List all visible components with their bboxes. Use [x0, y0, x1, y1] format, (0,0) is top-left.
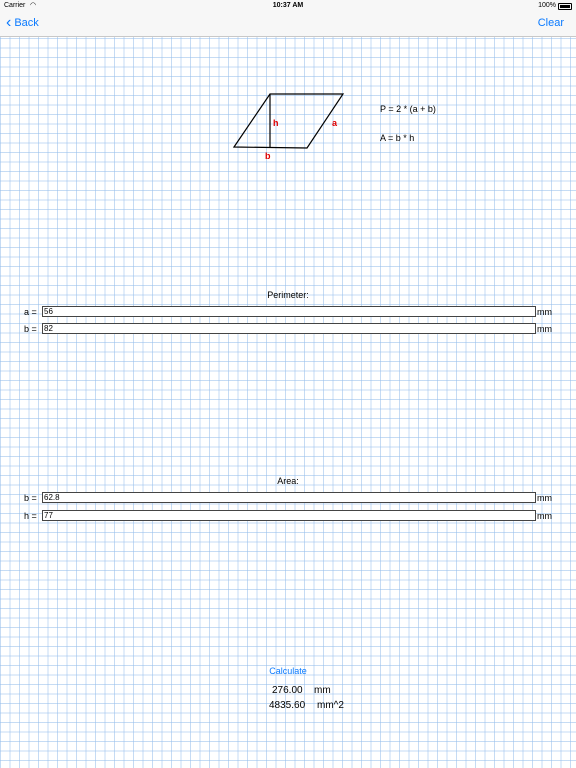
- parallelogram-diagram: h a b: [232, 93, 345, 161]
- back-label: Back: [14, 17, 39, 29]
- perimeter-a-input[interactable]: [42, 306, 536, 317]
- perimeter-a-unit: mm: [537, 307, 552, 317]
- perimeter-b-unit: mm: [537, 324, 552, 334]
- status-time: 10:37 AM: [272, 2, 304, 9]
- battery-percent: 100%: [538, 2, 556, 9]
- perimeter-b-input[interactable]: [42, 323, 536, 334]
- perimeter-result-value: 276.00: [272, 685, 303, 696]
- area-formula: A = b * h: [380, 133, 415, 143]
- battery-icon: [558, 3, 572, 10]
- perimeter-b-label: b =: [24, 324, 37, 334]
- perimeter-a-label: a =: [24, 307, 37, 317]
- area-result-unit: mm^2: [317, 700, 344, 711]
- status-bar: Carrier ◠ 10:37 AM 100%: [0, 0, 576, 12]
- area-title: Area:: [277, 476, 299, 486]
- diagram-label-h: h: [273, 118, 279, 128]
- area-result-value: 4835.60: [269, 700, 306, 711]
- navigation-bar: ‹ Back Clear: [0, 12, 576, 37]
- back-button[interactable]: ‹ Back: [6, 14, 39, 31]
- perimeter-title: Perimeter:: [267, 290, 309, 300]
- area-h-label: h =: [24, 511, 37, 521]
- parallelogram-shape: [232, 93, 345, 149]
- diagram-label-b: b: [265, 151, 271, 161]
- area-h-unit: mm: [537, 511, 552, 521]
- area-b-unit: mm: [537, 493, 552, 503]
- clear-button[interactable]: Clear: [538, 17, 564, 29]
- chevron-left-icon: ‹: [6, 14, 12, 31]
- calculate-button[interactable]: Calculate: [0, 666, 576, 676]
- perimeter-result-unit: mm: [314, 685, 331, 696]
- diagram-label-a: a: [332, 118, 338, 128]
- area-h-input[interactable]: [42, 510, 536, 521]
- area-b-input[interactable]: [42, 492, 536, 503]
- perimeter-formula: P = 2 * (a + b): [380, 104, 436, 114]
- area-b-label: b =: [24, 493, 37, 503]
